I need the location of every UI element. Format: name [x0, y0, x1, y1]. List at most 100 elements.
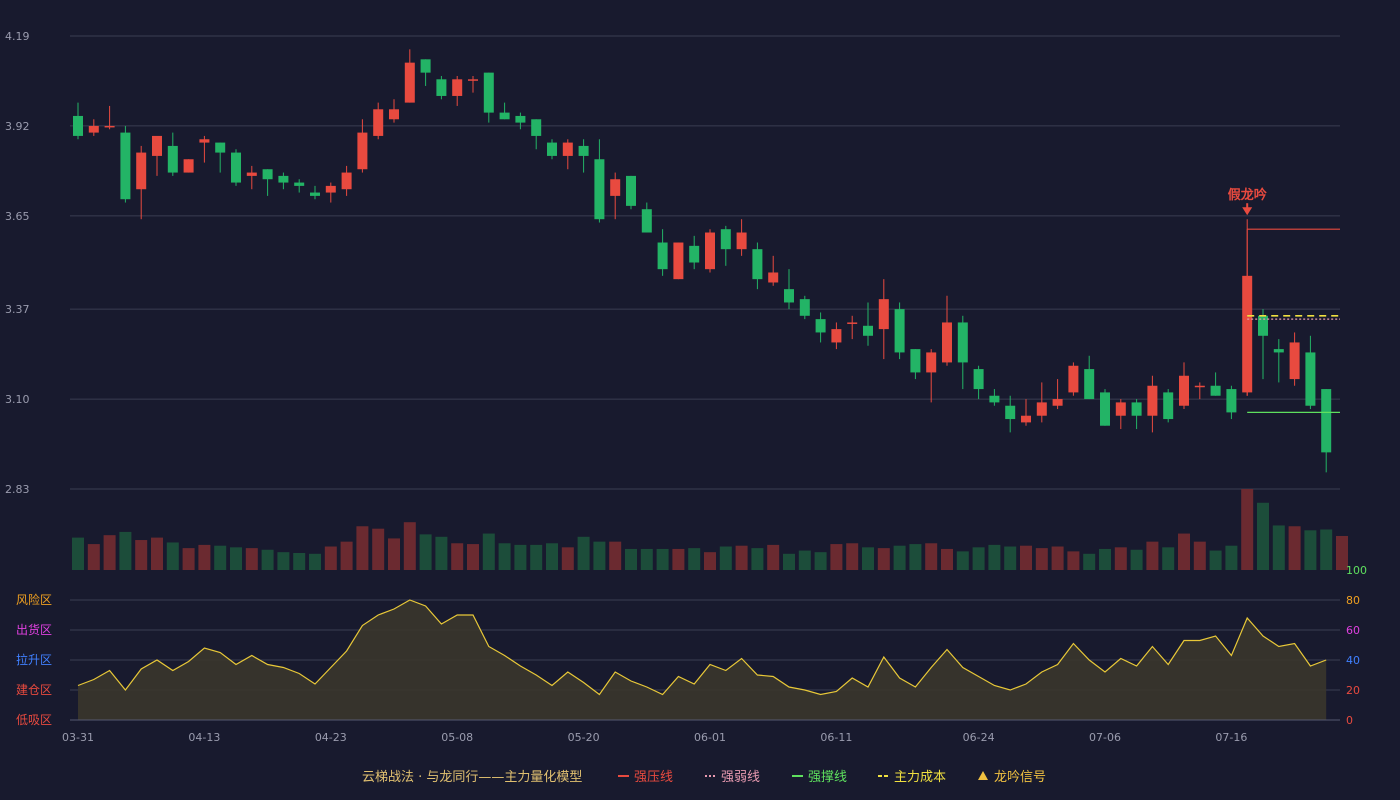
legend: 云梯战法 · 与龙同行——主力量化模型 强压线 强弱线 强撑线 主力成本 龙吟信号: [362, 769, 1046, 785]
candle-body: [1163, 392, 1174, 420]
zone-label: 建仓区: [16, 683, 52, 697]
date-tick-label: 03-31: [62, 731, 94, 744]
volume-bar: [1004, 546, 1017, 570]
candle: [389, 99, 399, 123]
volume-bar: [704, 552, 716, 570]
volume-bar: [182, 548, 195, 570]
candle-body: [1021, 415, 1031, 423]
volume-bar: [1304, 530, 1317, 570]
volume-bar: [467, 544, 479, 570]
candle: [341, 165, 352, 196]
volume-bar: [103, 535, 116, 570]
volume-bar: [561, 547, 574, 570]
zone-label: 低吸区: [16, 713, 52, 727]
candle-body: [73, 115, 83, 136]
volume-bar: [1272, 525, 1285, 570]
price-tick-label: 3.65: [5, 210, 30, 223]
candle-body: [973, 369, 984, 390]
candle: [1084, 355, 1095, 400]
candle-body: [673, 242, 684, 280]
candle-body: [641, 209, 652, 233]
candle: [1226, 385, 1237, 420]
volume-bar: [245, 548, 258, 570]
candle: [1005, 395, 1016, 433]
date-tick-label: 04-13: [188, 731, 220, 744]
volume-bar: [577, 536, 590, 570]
volume-bar: [419, 534, 432, 570]
candle-body: [626, 175, 636, 206]
osc-tick-label: 60: [1346, 624, 1360, 637]
triangle-icon: [978, 771, 988, 780]
zone-labels: 风险区出货区拉升区建仓区低吸区: [16, 592, 52, 727]
candle-body: [768, 272, 779, 283]
candle: [657, 229, 668, 276]
candle-body: [689, 245, 700, 263]
candle-body: [246, 172, 257, 176]
candle-body: [957, 322, 968, 363]
candle: [199, 135, 210, 163]
candle-body: [784, 289, 794, 303]
candle-body: [594, 159, 605, 220]
volume-bar: [435, 536, 448, 570]
candle-body: [152, 135, 162, 156]
candle: [799, 295, 810, 320]
volume-bar: [593, 541, 606, 570]
volume-bar: [277, 552, 290, 570]
volume-bar: [293, 552, 306, 570]
volume-bar: [1035, 548, 1048, 570]
legend-item: 龙吟信号: [978, 769, 1046, 785]
candle-body: [926, 352, 937, 373]
candle-body: [420, 59, 431, 73]
candle: [120, 125, 131, 203]
candle-body: [1115, 402, 1126, 416]
candle: [1321, 389, 1332, 473]
osc-tick-label: 20: [1346, 684, 1360, 697]
stock-chart: 4.19 3.92 3.65 3.37 3.10 2.83 假龙吟 100 80 60 40 20…: [5, 30, 1367, 785]
candle: [562, 139, 573, 170]
candle-body: [831, 329, 842, 343]
date-axis: 03-31 04-13 04-23 05-08 05-20 06-01 06-11 06-24…: [62, 719, 1340, 744]
volume-bar: [735, 545, 748, 570]
volume-bar: [1241, 489, 1254, 570]
candle-body: [720, 229, 731, 250]
volume-bar: [1320, 529, 1333, 570]
candle: [136, 145, 147, 220]
candle: [152, 135, 162, 176]
candle-body: [499, 112, 510, 120]
candle: [1147, 375, 1158, 433]
candle: [957, 315, 968, 390]
date-tick-label: 05-08: [441, 731, 473, 744]
candle: [578, 139, 589, 173]
legend-item: 强压线: [618, 770, 673, 785]
candle: [673, 242, 684, 280]
candle: [1163, 389, 1174, 423]
candle: [1179, 362, 1189, 410]
candle-body: [1005, 405, 1016, 420]
date-tick-label: 05-20: [568, 731, 600, 744]
candle: [594, 139, 605, 223]
volume-bar: [1099, 548, 1111, 570]
volume-bar: [1288, 526, 1301, 570]
volume-bar: [798, 550, 811, 570]
candle-body: [562, 142, 573, 156]
candle-body: [389, 109, 399, 120]
candle: [610, 172, 621, 220]
candle: [736, 219, 747, 256]
price-tick-label: 3.37: [5, 303, 30, 316]
candle: [420, 59, 431, 86]
candle-body: [88, 125, 99, 133]
candle-body: [1147, 385, 1158, 416]
candle-body: [1226, 389, 1237, 413]
legend-label: 龙吟信号: [994, 769, 1046, 785]
osc-tick-label: 80: [1346, 594, 1360, 607]
volume-bar: [372, 528, 385, 570]
candle: [973, 365, 984, 400]
candle: [1115, 399, 1126, 430]
price-tick-label: 3.10: [5, 393, 30, 406]
volume-bar: [609, 541, 622, 570]
candle: [436, 75, 447, 100]
volume-bar: [1225, 545, 1238, 570]
candle: [1100, 389, 1110, 426]
candle-body: [167, 145, 178, 173]
candle: [705, 229, 715, 273]
